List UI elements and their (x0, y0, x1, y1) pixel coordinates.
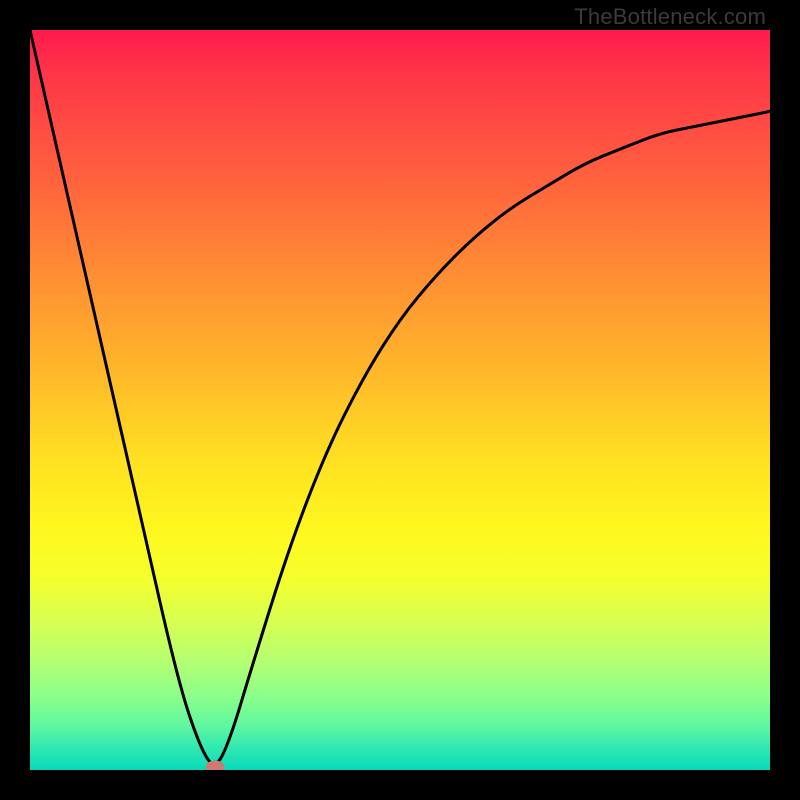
curve-layer (30, 30, 770, 770)
watermark-text: TheBottleneck.com (574, 4, 766, 30)
chart-frame: TheBottleneck.com (0, 0, 800, 800)
bottleneck-curve (30, 30, 770, 764)
plot-area (30, 30, 770, 770)
minimum-marker (206, 761, 224, 770)
